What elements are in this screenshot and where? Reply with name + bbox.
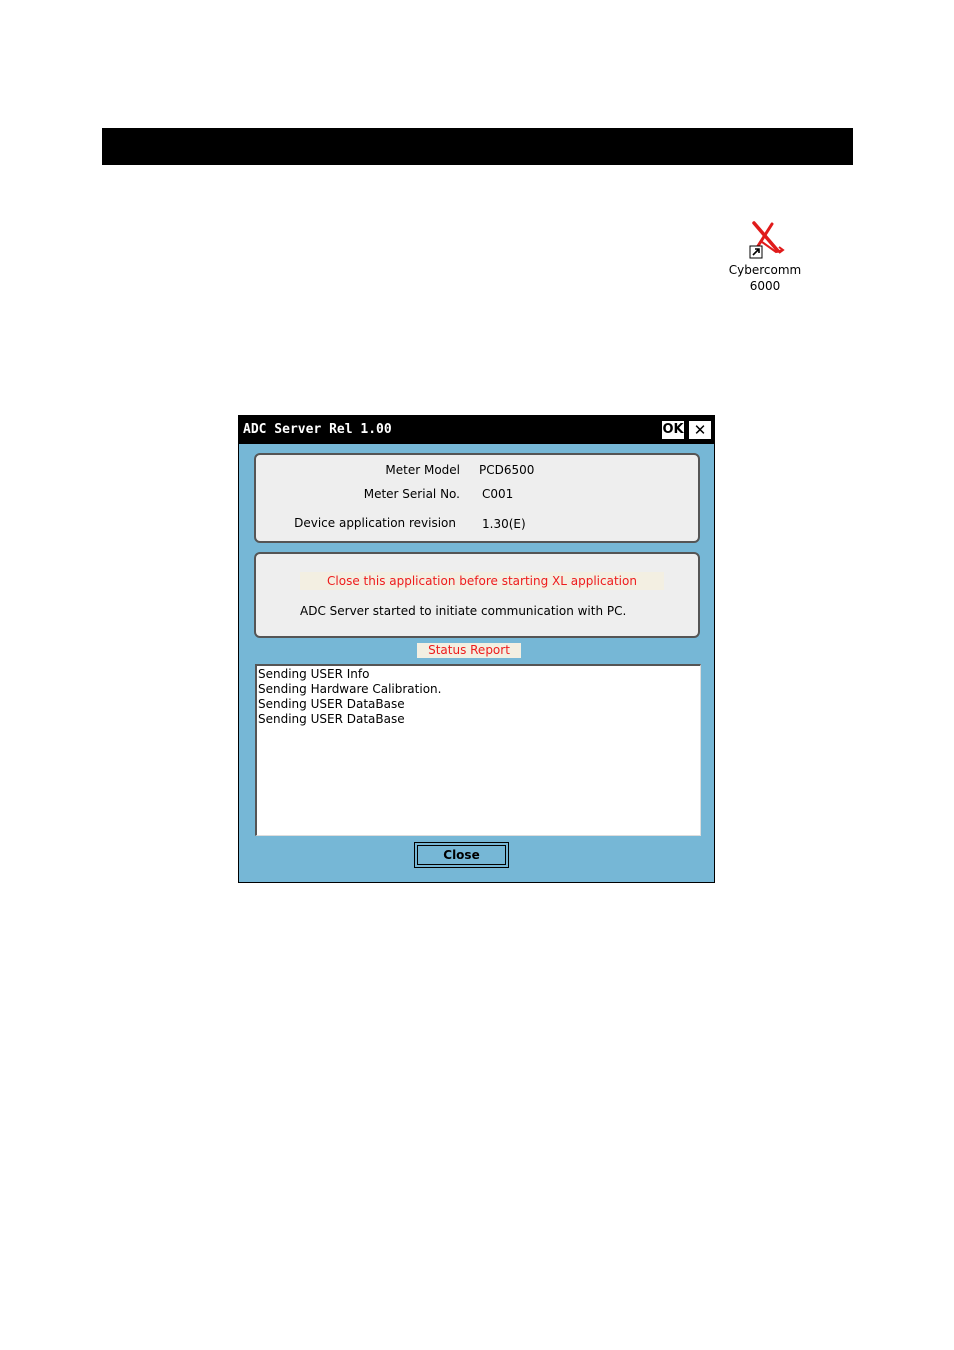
top-black-bar — [102, 128, 853, 165]
warning-message: Close this application before starting X… — [300, 572, 664, 590]
status-line: Sending Hardware Calibration. — [258, 682, 442, 696]
meter-serial-label: Meter Serial No. — [363, 487, 460, 501]
device-info-panel: Meter Model PCD6500 Meter Serial No. C00… — [254, 453, 700, 543]
server-started-message: ADC Server started to initiate communica… — [300, 604, 627, 618]
status-line: Sending USER DataBase — [258, 712, 405, 726]
revision-label: Device application revision — [294, 516, 456, 530]
meter-model-value: PCD6500 — [479, 463, 535, 477]
adc-server-window: ADC Server Rel 1.00 OK ✕ Meter Model PCD… — [238, 415, 715, 883]
message-panel: Close this application before starting X… — [254, 552, 700, 638]
window-title: ADC Server Rel 1.00 — [243, 422, 392, 437]
close-window-button[interactable]: ✕ — [688, 420, 712, 440]
shortcut-label-line2: 6000 — [749, 279, 781, 293]
revision-value: 1.30(E) — [482, 517, 526, 531]
cybercomm-shortcut-icon — [744, 220, 786, 262]
meter-serial-value: C001 — [482, 487, 514, 501]
status-report-label: Status Report — [417, 643, 521, 658]
meter-model-label: Meter Model — [385, 463, 460, 477]
shortcut-label-line1: Cybercomm — [728, 263, 802, 277]
status-report-list[interactable]: Sending USER Info Sending Hardware Calib… — [255, 664, 701, 836]
close-button-label: Close — [417, 845, 506, 865]
close-button[interactable]: Close — [414, 842, 509, 868]
ok-button[interactable]: OK — [661, 420, 685, 440]
window-titlebar[interactable]: ADC Server Rel 1.00 OK ✕ — [239, 416, 714, 444]
status-line: Sending USER DataBase — [258, 697, 405, 711]
cybercomm-shortcut[interactable]: Cybercomm 6000 — [716, 220, 814, 294]
status-line: Sending USER Info — [258, 667, 370, 681]
